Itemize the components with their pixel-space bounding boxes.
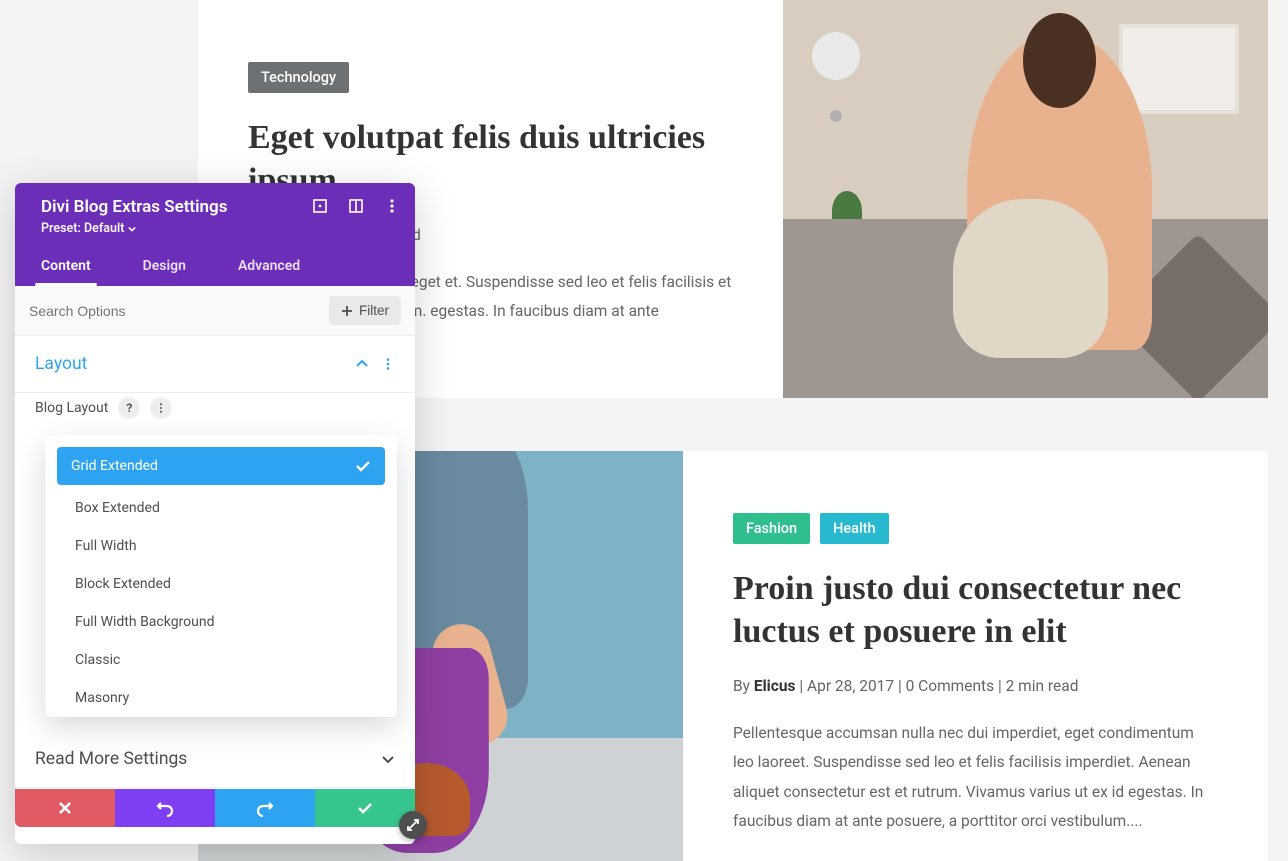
blog-layout-dropdown: Grid Extended Box Extended Full Width Bl… bbox=[45, 435, 397, 717]
post-featured-image[interactable] bbox=[783, 0, 1268, 398]
tab-advanced[interactable]: Advanced bbox=[212, 246, 326, 286]
chevron-up-icon bbox=[355, 357, 369, 371]
dropdown-option[interactable]: Full Width Background bbox=[45, 603, 397, 641]
dropdown-option[interactable]: Masonry bbox=[45, 679, 397, 717]
redo-button[interactable] bbox=[215, 789, 315, 827]
panel-header[interactable]: Divi Blog Extras Settings Preset: Defaul… bbox=[15, 183, 415, 246]
redo-icon bbox=[256, 799, 274, 817]
post-date: Apr 28, 2017 bbox=[807, 677, 894, 695]
post-by: By bbox=[733, 677, 754, 695]
post-text-column: Fashion Health Proin justo dui consectet… bbox=[683, 451, 1268, 861]
tab-design[interactable]: Design bbox=[117, 246, 212, 286]
field-label-row: Blog Layout ? bbox=[15, 393, 415, 429]
dropdown-option-selected[interactable]: Grid Extended bbox=[57, 447, 385, 485]
section-toggle-layout[interactable]: Layout bbox=[15, 336, 415, 393]
dropdown-option-label: Grid Extended bbox=[71, 458, 158, 474]
panel-footer-actions bbox=[15, 789, 415, 827]
dropdown-option[interactable]: Full Width bbox=[45, 527, 397, 565]
section-toggle-readmore[interactable]: Read More Settings bbox=[15, 731, 415, 788]
cancel-button[interactable] bbox=[15, 789, 115, 827]
check-icon bbox=[357, 800, 373, 816]
dropdown-option[interactable]: Box Extended bbox=[45, 489, 397, 527]
post-author[interactable]: Elicus bbox=[754, 677, 796, 695]
post-meta: By Elicus | Apr 28, 2017 | 0 Comments | … bbox=[733, 677, 1218, 695]
category-badge[interactable]: Health bbox=[820, 513, 888, 544]
post-excerpt: Pellentesque accumsan nulla nec dui impe… bbox=[733, 719, 1218, 837]
section-title: Read More Settings bbox=[35, 749, 187, 769]
module-settings-panel: Divi Blog Extras Settings Preset: Defaul… bbox=[15, 183, 415, 844]
caret-down-icon bbox=[128, 225, 136, 233]
dropdown-option-label: Full Width Background bbox=[75, 614, 215, 630]
search-options-input[interactable] bbox=[29, 303, 319, 319]
dropdown-option-label: Full Width bbox=[75, 538, 137, 554]
post-read-time: 2 min read bbox=[1006, 677, 1079, 695]
more-options-icon[interactable] bbox=[381, 195, 403, 217]
undo-icon bbox=[156, 799, 174, 817]
expand-modal-icon[interactable] bbox=[345, 195, 367, 217]
panel-search-row: Filter bbox=[15, 286, 415, 336]
section-title: Layout bbox=[35, 354, 87, 374]
dropdown-option[interactable]: Classic bbox=[45, 641, 397, 679]
section-options-icon[interactable] bbox=[381, 357, 395, 371]
dropdown-option-label: Classic bbox=[75, 652, 120, 668]
dropdown-option-label: Masonry bbox=[75, 690, 129, 706]
panel-tabs: Content Design Advanced bbox=[15, 246, 415, 286]
dropdown-option[interactable]: Block Extended bbox=[45, 565, 397, 603]
undo-button[interactable] bbox=[115, 789, 215, 827]
check-icon bbox=[355, 458, 371, 474]
resize-handle[interactable] bbox=[399, 811, 427, 839]
expand-icon bbox=[406, 818, 420, 832]
category-badge[interactable]: Technology bbox=[248, 62, 349, 93]
plus-icon bbox=[341, 305, 353, 317]
dropdown-option-label: Block Extended bbox=[75, 576, 171, 592]
dropdown-option-label: Box Extended bbox=[75, 500, 160, 516]
post-categories: Fashion Health bbox=[733, 513, 1218, 544]
post-title[interactable]: Proin justo dui consectetur nec luctus e… bbox=[733, 568, 1218, 653]
field-options-icon[interactable] bbox=[150, 397, 172, 419]
help-icon[interactable]: ? bbox=[118, 397, 140, 419]
panel-preset-label[interactable]: Preset: Default bbox=[41, 221, 136, 236]
snap-left-icon[interactable] bbox=[309, 195, 331, 217]
field-label: Blog Layout bbox=[35, 400, 108, 416]
close-icon bbox=[58, 801, 72, 815]
chevron-down-icon bbox=[381, 752, 395, 766]
post-categories: Technology bbox=[248, 62, 733, 93]
category-badge[interactable]: Fashion bbox=[733, 513, 810, 544]
filter-button[interactable]: Filter bbox=[329, 296, 401, 325]
tab-content[interactable]: Content bbox=[15, 246, 117, 286]
post-comments: 0 Comments bbox=[906, 677, 995, 695]
